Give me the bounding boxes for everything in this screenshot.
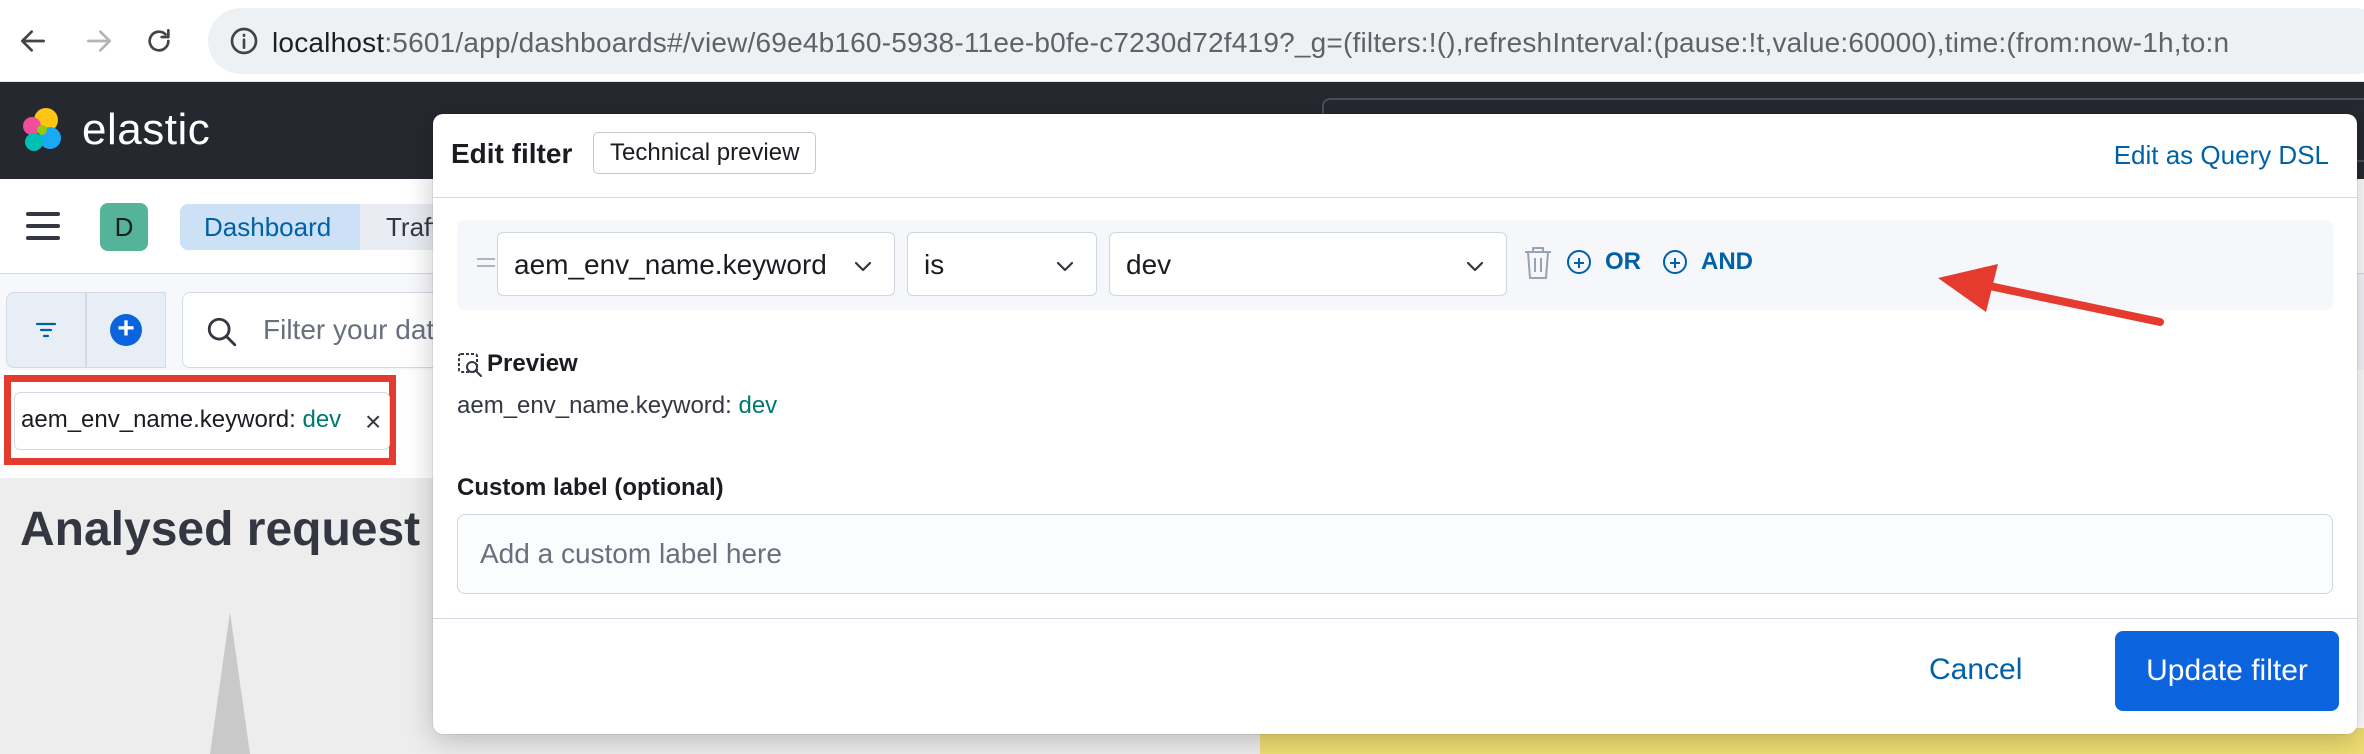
- field-select-value: aem_env_name.keyword: [514, 249, 827, 280]
- search-placeholder: Filter your dat: [263, 314, 435, 345]
- filter-pill-value: dev: [302, 406, 342, 433]
- custom-label-title: Custom label (optional): [457, 474, 724, 501]
- space-avatar[interactable]: D: [100, 203, 148, 251]
- close-icon[interactable]: ×: [365, 406, 381, 438]
- forward-icon: [87, 30, 111, 52]
- preview-value: dev: [738, 392, 778, 419]
- popover-header: Edit filter Technical preview Edit as Qu…: [433, 114, 2357, 198]
- edit-filter-popover: Edit filter Technical preview Edit as Qu…: [433, 114, 2357, 734]
- brand-name[interactable]: elastic: [82, 105, 210, 155]
- custom-label-input[interactable]: [458, 515, 2332, 593]
- panel-title: Analysed request: [20, 503, 421, 556]
- technical-preview-badge: Technical preview: [593, 132, 817, 174]
- custom-label-field[interactable]: [457, 514, 2333, 594]
- search-icon: [207, 317, 237, 347]
- hamburger-icon[interactable]: [26, 212, 60, 240]
- filter-pill-label: aem_env_name.keyword: dev: [21, 406, 341, 434]
- url-path: :5601/app/dashboards#/view/69e4b160-5938…: [384, 27, 2230, 58]
- value-select[interactable]: dev: [1109, 232, 1507, 296]
- preview-field: aem_env_name.keyword:: [457, 392, 739, 419]
- reload-icon: [148, 29, 170, 52]
- chart-spike: [210, 612, 250, 754]
- add-and-condition-button[interactable]: AND: [1663, 248, 1753, 276]
- back-button[interactable]: [10, 18, 56, 64]
- chevron-down-icon: [1466, 261, 1484, 272]
- field-select[interactable]: aem_env_name.keyword: [497, 232, 895, 296]
- update-filter-button[interactable]: Update filter: [2115, 631, 2339, 711]
- filter-menu-button[interactable]: [6, 292, 86, 368]
- forward-button[interactable]: [76, 18, 122, 64]
- url-text: localhost:5601/app/dashboards#/view/69e4…: [272, 27, 2229, 59]
- edit-as-query-dsl-link[interactable]: Edit as Query DSL: [2114, 140, 2329, 171]
- filter-pill[interactable]: aem_env_name.keyword: dev ×: [14, 392, 390, 450]
- cancel-button[interactable]: Cancel: [1929, 653, 2022, 687]
- annotation-arrow: [1938, 264, 2164, 326]
- plus-circle-icon: [1567, 250, 1591, 274]
- filter-icon: [35, 322, 57, 338]
- value-select-value: dev: [1126, 249, 1172, 280]
- reload-button[interactable]: [136, 18, 182, 64]
- operator-select[interactable]: is: [907, 232, 1097, 296]
- preview-title: Preview: [487, 350, 578, 377]
- filter-pill-field: aem_env_name.keyword:: [21, 406, 303, 433]
- back-icon: [21, 30, 45, 52]
- address-bar[interactable]: localhost:5601/app/dashboards#/view/69e4…: [208, 8, 2364, 74]
- chevron-down-icon: [1056, 261, 1074, 272]
- drag-handle-icon[interactable]: [477, 258, 495, 272]
- add-icon: +: [110, 314, 142, 346]
- add-or-condition-button[interactable]: OR: [1567, 248, 1641, 276]
- popover-footer: Cancel Update filter: [433, 618, 2357, 734]
- elastic-logo-icon[interactable]: [18, 106, 66, 154]
- site-info-icon[interactable]: [228, 25, 260, 57]
- or-label: OR: [1605, 248, 1641, 275]
- preview-text: aem_env_name.keyword: dev: [457, 392, 777, 420]
- preview-icon: [458, 353, 482, 377]
- and-label: AND: [1701, 248, 1753, 275]
- trash-icon[interactable]: [1521, 244, 1555, 282]
- operator-select-value: is: [924, 249, 945, 280]
- popover-title: Edit filter: [451, 138, 573, 169]
- plus-circle-icon: [1663, 250, 1687, 274]
- url-host: localhost: [272, 27, 385, 58]
- browser-toolbar: localhost:5601/app/dashboards#/view/69e4…: [0, 0, 2364, 82]
- breadcrumb-dashboard[interactable]: Dashboard: [180, 204, 382, 250]
- chevron-down-icon: [854, 261, 872, 272]
- add-filter-button[interactable]: +: [86, 292, 166, 368]
